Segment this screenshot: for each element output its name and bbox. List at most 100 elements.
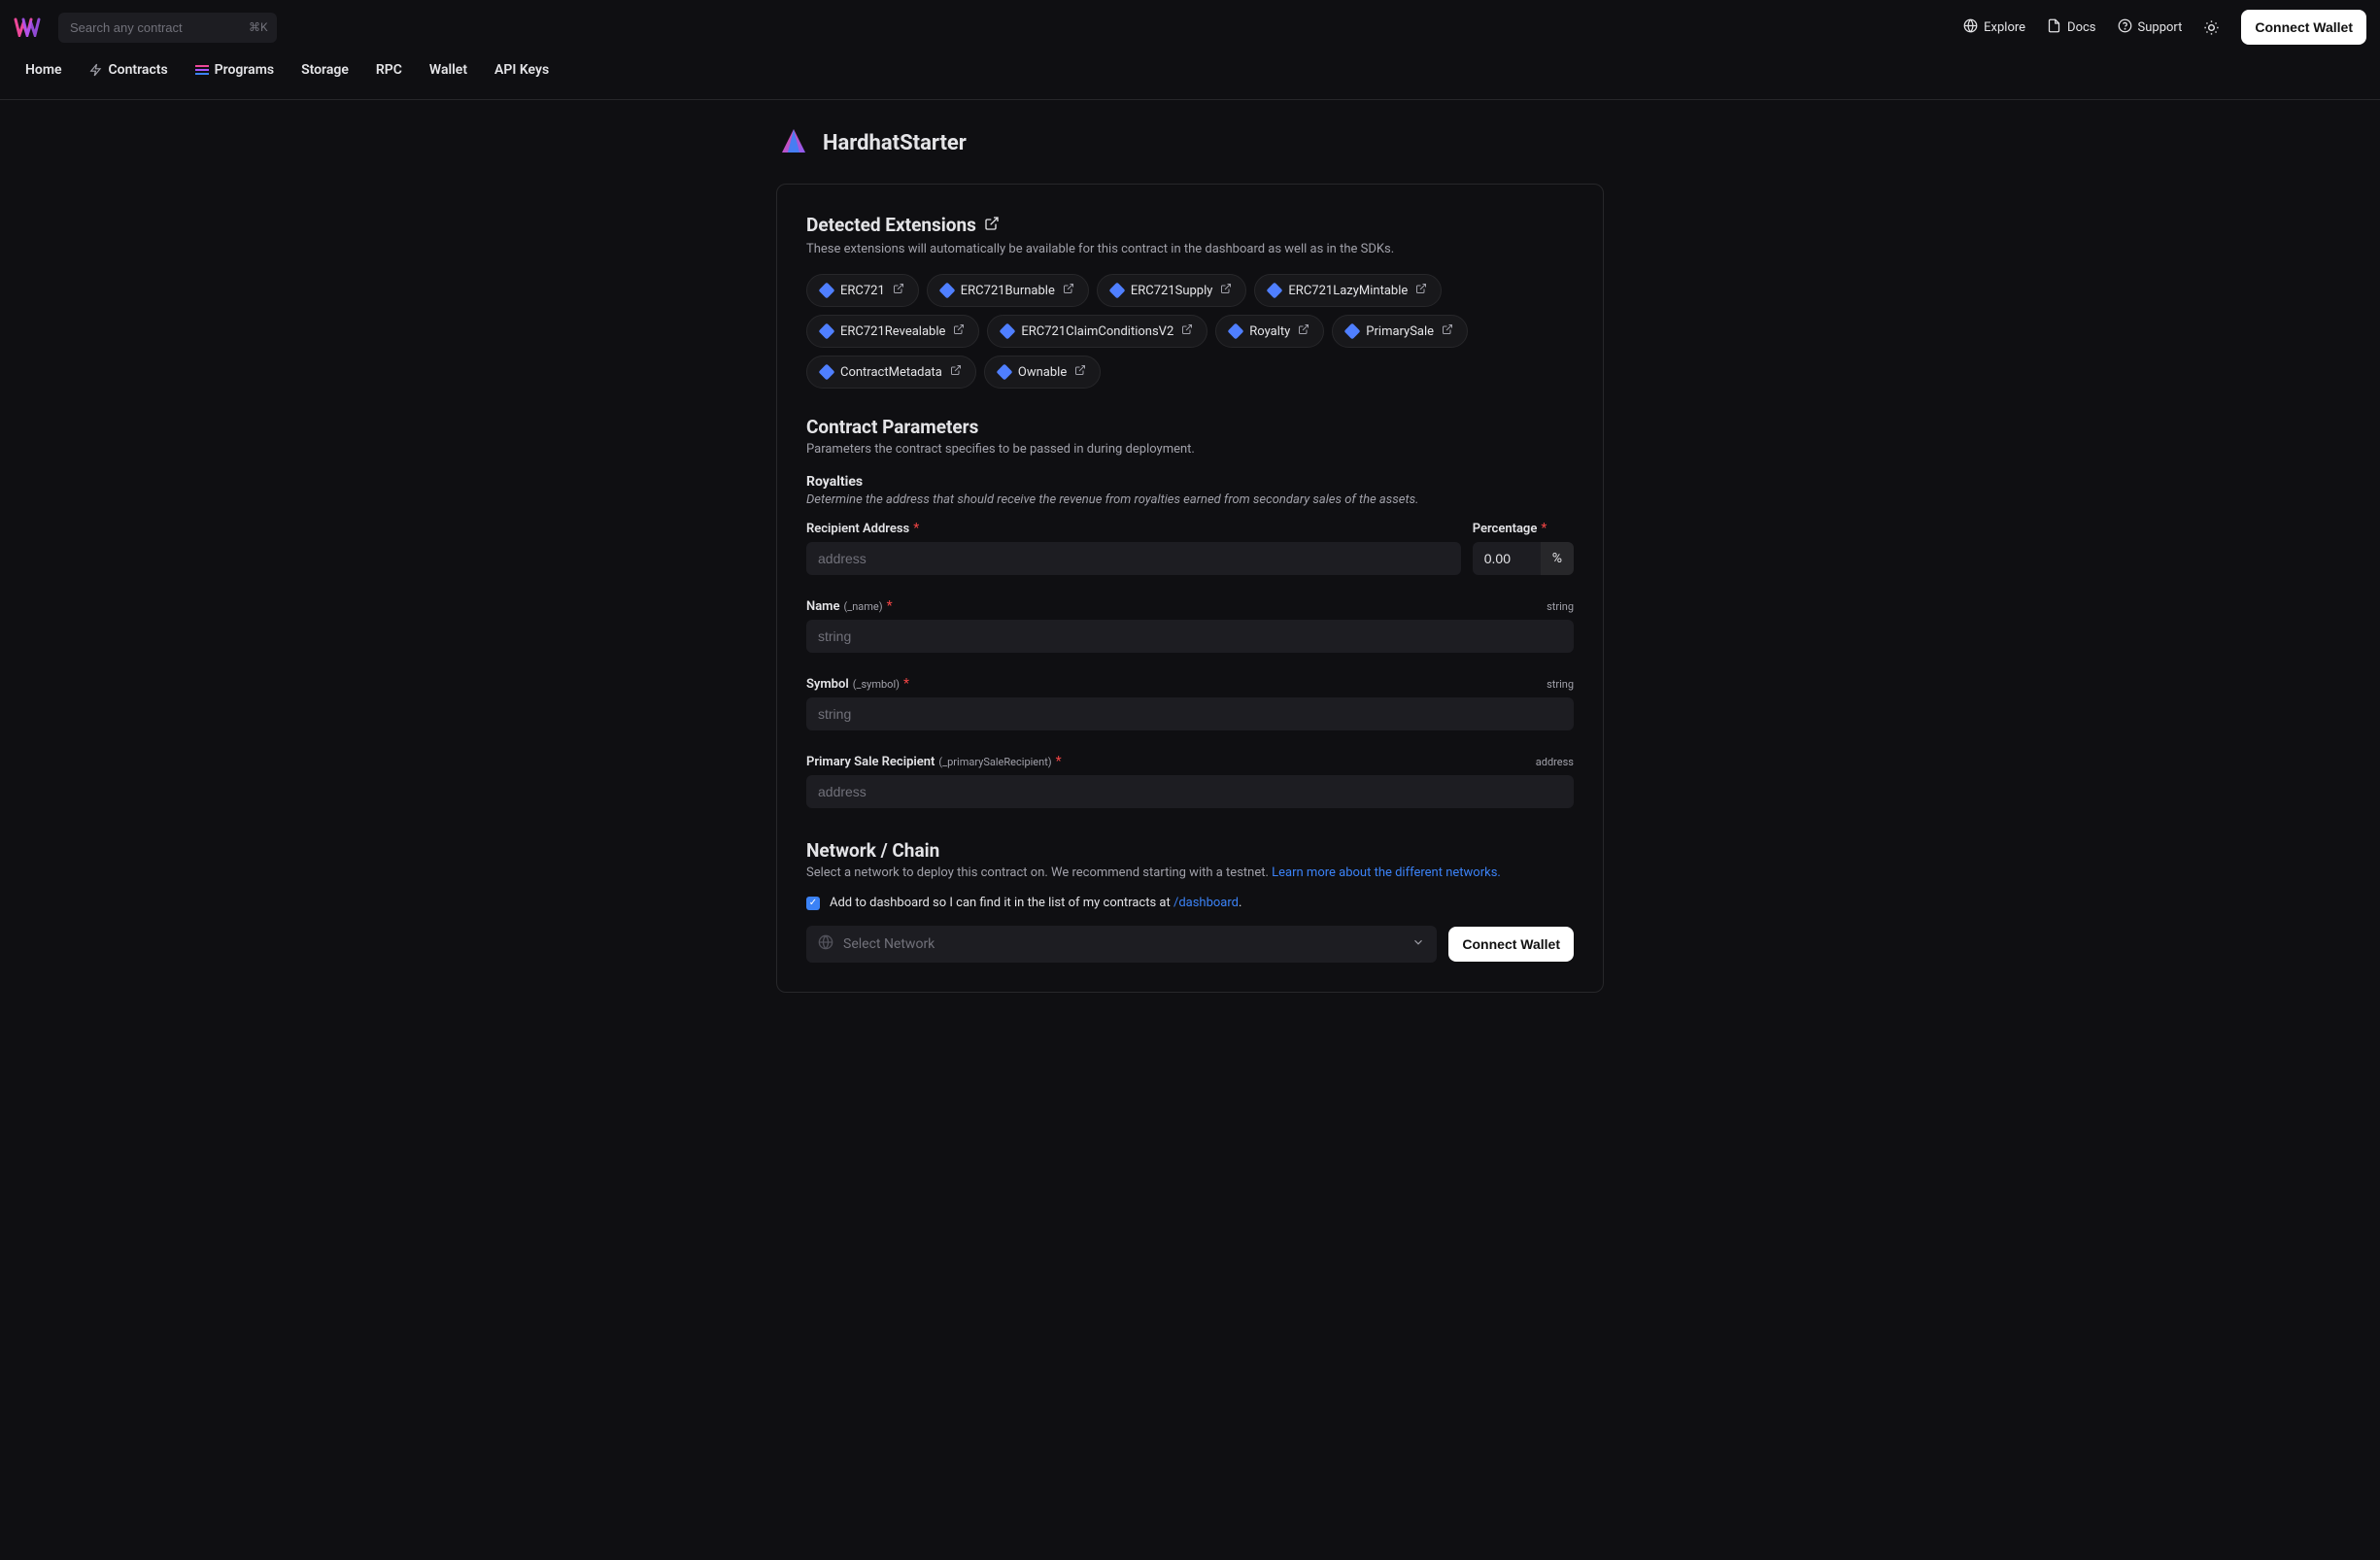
help-icon [2118, 18, 2132, 37]
diamond-icon [819, 283, 835, 299]
extension-chip[interactable]: ERC721 [806, 274, 919, 307]
symbol-label: Symbol [806, 677, 849, 692]
nav-home[interactable]: Home [14, 54, 74, 85]
external-link-icon [1415, 283, 1427, 298]
name-type-hint: string [1547, 600, 1574, 613]
brand-logo[interactable] [14, 17, 43, 37]
extensions-heading-text: Detected Extensions [806, 214, 976, 236]
network-sub-text: Select a network to deploy this contract… [806, 865, 1272, 880]
network-learn-more-link[interactable]: Learn more about the different networks. [1272, 865, 1501, 880]
extensions-heading: Detected Extensions [806, 214, 1574, 236]
extension-chip-label: ERC721LazyMintable [1288, 284, 1408, 298]
extension-chip[interactable]: ERC721ClaimConditionsV2 [987, 315, 1207, 348]
contracts-icon [89, 63, 103, 77]
extension-chip-label: ERC721ClaimConditionsV2 [1021, 324, 1173, 339]
external-link-icon [1298, 323, 1309, 339]
extension-chip[interactable]: ContractMetadata [806, 356, 976, 389]
diamond-icon [819, 323, 835, 340]
diamond-icon [819, 364, 835, 381]
params-subtitle: Parameters the contract specifies to be … [806, 442, 1574, 457]
extension-chip-label: ERC721Burnable [961, 284, 1055, 298]
extension-chip[interactable]: ERC721Burnable [927, 274, 1089, 307]
extension-chip-label: PrimarySale [1366, 324, 1434, 339]
connect-wallet-button-bottom[interactable]: Connect Wallet [1448, 927, 1574, 962]
name-input[interactable] [806, 620, 1574, 653]
extension-chip[interactable]: Royalty [1215, 315, 1324, 348]
page-title: HardhatStarter [823, 131, 967, 155]
checkbox-label-suffix: . [1239, 896, 1241, 910]
external-link-icon [893, 283, 904, 298]
nav-rpc[interactable]: RPC [364, 54, 414, 85]
explore-link[interactable]: Explore [1963, 18, 2025, 37]
project-icon [776, 129, 811, 156]
required-asterisk: * [887, 598, 893, 614]
file-icon [2047, 18, 2061, 37]
support-label: Support [2138, 20, 2183, 35]
recipient-address-input[interactable] [806, 542, 1461, 575]
nav-wallet[interactable]: Wallet [418, 54, 479, 85]
network-select-placeholder: Select Network [843, 936, 935, 952]
extension-chip-label: Royalty [1249, 324, 1290, 339]
required-asterisk: * [903, 676, 909, 692]
primary-sale-input[interactable] [806, 775, 1574, 808]
extension-chip-label: ERC721 [840, 284, 885, 298]
nav-programs-label: Programs [215, 62, 274, 78]
diamond-icon [996, 364, 1012, 381]
globe-icon [818, 934, 833, 954]
theme-toggle[interactable] [2203, 19, 2220, 36]
recipient-address-label: Recipient Address [806, 522, 909, 536]
diamond-icon [1267, 283, 1283, 299]
diamond-icon [1108, 283, 1125, 299]
connect-wallet-button[interactable]: Connect Wallet [2241, 10, 2366, 45]
checkbox-label-pre: Add to dashboard so I can find it in the… [830, 896, 1173, 910]
external-link-icon [1063, 283, 1074, 298]
required-asterisk: * [1056, 754, 1062, 769]
external-link-icon [1442, 323, 1453, 339]
symbol-sublabel: (_symbol) [853, 678, 900, 691]
network-subtitle: Select a network to deploy this contract… [806, 865, 1574, 880]
explore-label: Explore [1984, 20, 2025, 35]
support-link[interactable]: Support [2118, 18, 2183, 37]
external-link-icon [950, 364, 962, 380]
diamond-icon [1344, 323, 1361, 340]
add-to-dashboard-checkbox[interactable]: ✓ [806, 897, 820, 910]
extension-chip-label: ContractMetadata [840, 365, 942, 380]
dashboard-link[interactable]: /dashboard [1173, 896, 1239, 910]
extension-chip[interactable]: Ownable [984, 356, 1101, 389]
extension-chip[interactable]: PrimarySale [1332, 315, 1468, 348]
required-asterisk: * [1541, 521, 1547, 536]
nav-programs[interactable]: Programs [184, 54, 286, 85]
external-link-icon[interactable] [984, 214, 1000, 236]
name-label: Name [806, 599, 839, 614]
extension-chip[interactable]: ERC721Supply [1097, 274, 1247, 307]
symbol-input[interactable] [806, 697, 1574, 730]
extension-chip-label: ERC721Supply [1131, 284, 1213, 298]
diamond-icon [1228, 323, 1244, 340]
percentage-label: Percentage [1473, 522, 1538, 536]
royalties-heading: Royalties [806, 474, 1574, 490]
nav-storage[interactable]: Storage [289, 54, 360, 85]
required-asterisk: * [913, 521, 919, 536]
extension-chip[interactable]: ERC721LazyMintable [1254, 274, 1442, 307]
diamond-icon [1000, 323, 1016, 340]
nav-contracts[interactable]: Contracts [78, 54, 180, 85]
search-kbd-hint: ⌘K [249, 20, 268, 34]
search-input[interactable] [70, 20, 241, 35]
royalties-subtitle: Determine the address that should receiv… [806, 492, 1574, 507]
external-link-icon [953, 323, 965, 339]
symbol-type-hint: string [1547, 678, 1574, 691]
diamond-icon [938, 283, 955, 299]
primary-sale-type-hint: address [1536, 756, 1574, 768]
docs-link[interactable]: Docs [2047, 18, 2095, 37]
percentage-suffix: % [1541, 542, 1574, 575]
external-link-icon [1181, 323, 1193, 339]
extensions-subtitle: These extensions will automatically be a… [806, 242, 1574, 256]
extension-chip-label: Ownable [1018, 365, 1067, 380]
external-link-icon [1220, 283, 1232, 298]
search-box[interactable]: ⌘K [58, 13, 277, 43]
percentage-input[interactable] [1473, 542, 1541, 575]
primary-sale-label: Primary Sale Recipient [806, 755, 935, 769]
nav-api-keys[interactable]: API Keys [483, 54, 561, 85]
extension-chip[interactable]: ERC721Revealable [806, 315, 979, 348]
network-select[interactable]: Select Network [806, 926, 1437, 963]
